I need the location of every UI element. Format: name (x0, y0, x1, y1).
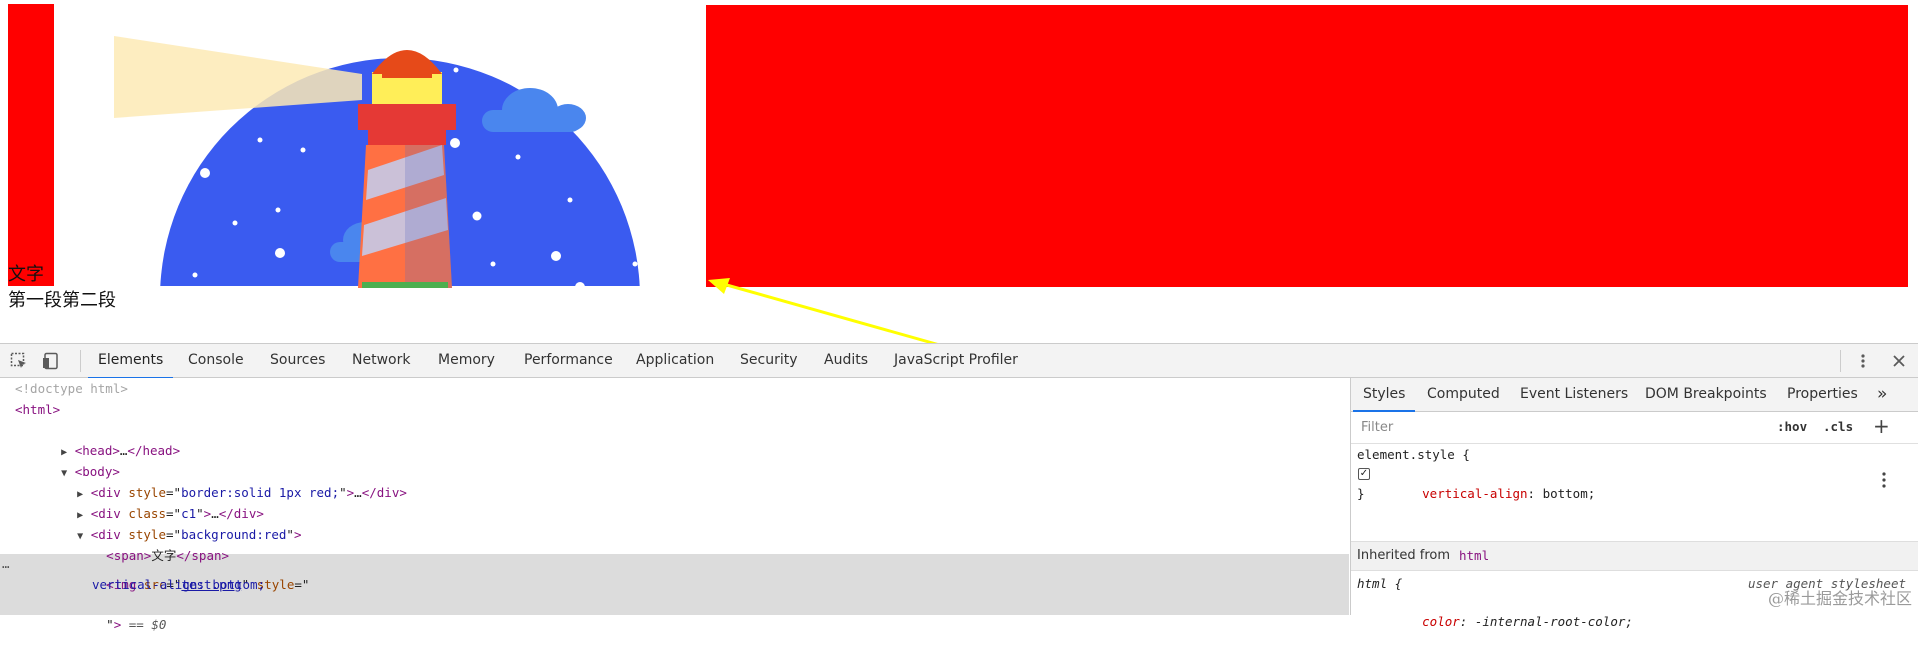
tab-security[interactable]: Security (740, 344, 798, 377)
node-ellipsis-icon[interactable]: … (2, 554, 10, 574)
div-border-node[interactable]: ▶ <div style="border:solid 1px red;">…</… (32, 463, 407, 500)
sidebar-tabs: Styles Computed Event Listeners DOM Brea… (1351, 378, 1918, 412)
rule-options-icon[interactable] (1881, 471, 1889, 489)
more-tabs-icon[interactable]: » (1877, 378, 1887, 411)
inspect-element-icon[interactable] (6, 344, 32, 378)
red-background-div (706, 5, 1908, 287)
vertical-align-declaration[interactable]: vertical-align: bottom; (1377, 464, 1595, 501)
toolbar-separator (80, 350, 81, 372)
head-node[interactable]: ▶ <head>…</head> (16, 421, 180, 458)
tab-computed[interactable]: Computed (1427, 378, 1500, 411)
body-node[interactable]: ▼ <body> (16, 442, 120, 479)
tab-sources[interactable]: Sources (270, 344, 325, 377)
tab-network[interactable]: Network (352, 344, 410, 377)
device-toolbar-icon[interactable] (38, 344, 64, 378)
inherited-tag-link[interactable]: html (1459, 548, 1489, 563)
tab-styles[interactable]: Styles (1352, 378, 1417, 412)
toolbar-separator-right (1840, 350, 1841, 372)
tab-memory[interactable]: Memory (438, 344, 495, 377)
tab-performance[interactable]: Performance (524, 344, 613, 377)
devtools-toolbar: Elements Console Sources Network Memory … (0, 343, 1918, 379)
span-node[interactable]: <span>文字</span> (61, 526, 229, 563)
ua-selector: html { (1357, 576, 1403, 591)
img-node-end: "> == $0 (106, 617, 167, 632)
tab-console[interactable]: Console (188, 344, 244, 377)
property-checkbox[interactable]: ✓ (1358, 468, 1370, 480)
inherited-label: Inherited from (1357, 548, 1450, 563)
red-inline-box (8, 4, 54, 286)
cls-toggle[interactable]: .cls (1823, 419, 1853, 434)
hov-toggle[interactable]: :hov (1777, 419, 1807, 434)
inherited-section-header: Inherited from html (1351, 541, 1918, 571)
img-style-value: vertical-align: bottom; (92, 577, 266, 592)
doctype-node[interactable]: <!doctype html> (15, 379, 128, 399)
paragraph-text: 第一段第二段 (8, 290, 116, 311)
div-c1-node[interactable]: ▶ <div class="c1">…</div> (32, 484, 264, 521)
tab-elements[interactable]: Elements (87, 344, 174, 379)
element-style-selector: element.style { (1357, 447, 1470, 462)
page-viewport: 文字 第一段第二段 (0, 0, 1918, 490)
kebab-menu-icon[interactable] (1850, 344, 1876, 378)
filter-row: :hov .cls + (1351, 412, 1918, 444)
img-node[interactable]: <img src="test.png" style=" (61, 555, 309, 592)
span-text: 文字 (8, 264, 44, 285)
tab-event-listeners[interactable]: Event Listeners (1520, 378, 1628, 411)
devtools-panel: Elements Console Sources Network Memory … (0, 343, 1918, 632)
html-node[interactable]: <html> (15, 400, 60, 420)
div-background-node[interactable]: ▼ <div style="background:red"> (32, 505, 301, 542)
tab-javascript-profiler[interactable]: JavaScript Profiler (894, 344, 1018, 377)
lighthouse-image (114, 36, 640, 288)
add-rule-icon[interactable]: + (1873, 414, 1890, 438)
styles-filter-input[interactable] (1357, 417, 1775, 437)
watermark: @稀土掘金技术社区 (1767, 589, 1912, 608)
close-brace: } (1357, 486, 1365, 501)
styles-sidebar: Styles Computed Event Listeners DOM Brea… (1350, 378, 1918, 629)
tab-application[interactable]: Application (636, 344, 714, 377)
close-icon[interactable] (1886, 344, 1912, 378)
tab-dom-breakpoints[interactable]: DOM Breakpoints (1645, 378, 1767, 411)
elements-dom-tree: <!doctype html> <html> ▶ <head>…</head> … (0, 378, 1349, 632)
tab-audits[interactable]: Audits (824, 344, 868, 377)
ua-color-declaration: color: -internal-root-color; (1422, 614, 1633, 629)
tab-properties[interactable]: Properties (1787, 378, 1858, 411)
